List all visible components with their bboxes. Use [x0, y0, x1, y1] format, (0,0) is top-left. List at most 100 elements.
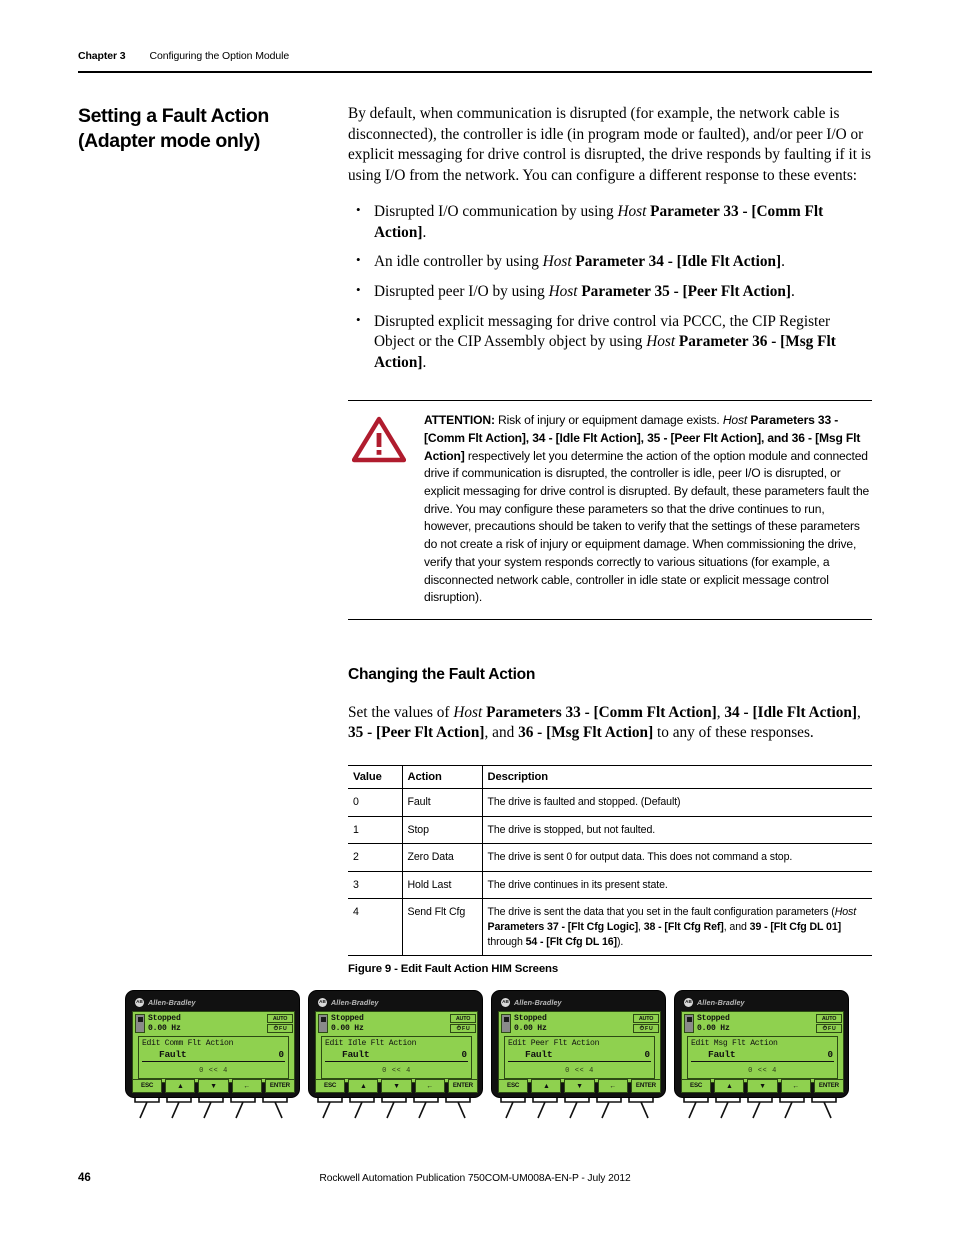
drive-icon [684, 1014, 694, 1033]
him-device-msg: AB Allen-Bradley Stopped 0.00 Hz AUTO ⏱ F… [674, 990, 849, 1120]
down-arrow-button[interactable]: ▼ [198, 1079, 229, 1093]
column-header-description: Description [482, 765, 872, 790]
badge-fault-letter: F [278, 1025, 282, 1032]
cell-description: The drive is stopped, but not faulted. [482, 816, 872, 845]
down-arrow-button[interactable]: ▼ [747, 1079, 778, 1093]
status-badge-auto: AUTO [633, 1014, 659, 1023]
param-number: 0 [644, 1049, 650, 1060]
up-arrow-button[interactable]: ▲ [714, 1079, 745, 1093]
events-bullet-list: Disrupted I/O communication by using Hos… [348, 201, 872, 373]
him-screens-figure: AB Allen-Bradley Stopped 0.00 Hz AUTO ⏱ F… [125, 990, 875, 1120]
enter-button[interactable]: ENTER [447, 1079, 479, 1093]
param-ref-38: 38 - [Flt Cfg Ref] [643, 921, 724, 934]
enter-button[interactable]: ENTER [813, 1079, 845, 1093]
table-row: 2 Zero Data The drive is sent 0 for outp… [348, 843, 872, 872]
badge-fault-suffix: U [648, 1025, 653, 1032]
cell-description: The drive is faulted and stopped. (Defau… [482, 788, 872, 817]
cell-action: Stop [402, 816, 483, 845]
lcd-status-bar: Stopped 0.00 Hz AUTO ⏱ F U [682, 1012, 843, 1034]
lcd-status-text: Stopped 0.00 Hz [514, 1013, 633, 1034]
page-title-line2: (Adapter mode only) [78, 130, 260, 153]
param-number: 0 [827, 1049, 833, 1060]
param-value: Fault [708, 1049, 736, 1060]
param-range: 0 << 4 [199, 1067, 228, 1075]
bullet-italic: Host [617, 203, 647, 221]
him-keypad: ESC ▲ ▼ ← ENTER [498, 1079, 662, 1093]
drive-state: Stopped [331, 1013, 364, 1023]
up-arrow-button[interactable]: ▲ [348, 1079, 379, 1093]
attention-body: respectively let you determine the actio… [424, 448, 870, 605]
desc-host: Host [834, 906, 857, 919]
down-arrow-button[interactable]: ▼ [564, 1079, 595, 1093]
param-title: Edit Comm Flt Action [142, 1039, 234, 1048]
him-bezel: AB Allen-Bradley Stopped 0.00 Hz AUTO ⏱ F… [491, 990, 666, 1098]
badge-fault-letter: F [644, 1025, 648, 1032]
main-content: By default, when communication is disrup… [348, 104, 872, 957]
drive-state: Stopped [697, 1013, 730, 1023]
lcd-divider [691, 1061, 834, 1062]
figure-caption: Figure 9 - Edit Fault Action HIM Screens [348, 963, 559, 975]
left-column: Setting a Fault Action (Adapter mode onl… [78, 104, 328, 155]
esc-button[interactable]: ESC [498, 1079, 529, 1093]
badge-fault-suffix: U [282, 1025, 287, 1032]
param-value-row: Fault 0 [325, 1049, 468, 1060]
attention-text: ATTENTION: Risk of injury or equipment d… [424, 412, 872, 607]
bullet-italic: Host [548, 282, 578, 300]
cell-action: Fault [402, 788, 483, 817]
param-number: 0 [461, 1049, 467, 1060]
back-arrow-button[interactable]: ← [414, 1079, 445, 1093]
bell-icon: ⏱ [456, 1025, 462, 1032]
badge-fault-suffix: U [465, 1025, 470, 1032]
esc-button[interactable]: ESC [315, 1079, 346, 1093]
bell-icon: ⏱ [639, 1025, 645, 1032]
lcd-badges: AUTO ⏱ F U [633, 1013, 659, 1034]
bullet-post: . [422, 223, 427, 241]
drive-speed: 0.00 Hz [331, 1023, 364, 1033]
drive-icon [135, 1014, 145, 1033]
badge-fault-suffix: U [831, 1025, 836, 1032]
down-arrow-button[interactable]: ▼ [381, 1079, 412, 1093]
param-ref-34: 34 - [Idle Flt Action] [724, 703, 857, 721]
column-header-value: Value [348, 765, 403, 790]
breadcrumb: Chapter 3 Configuring the Option Module [78, 50, 872, 62]
back-arrow-button[interactable]: ← [780, 1079, 811, 1093]
param-ref-39: 39 - [Flt Cfg DL 01] [749, 921, 842, 934]
subsection-intro-pre: Set the values of [348, 703, 454, 721]
lcd-status-bar: Stopped 0.00 Hz AUTO ⏱ F U [316, 1012, 477, 1034]
lcd-edit-panel: Edit Comm Flt Action Fault 0 0 << 4 [138, 1036, 289, 1079]
drive-speed: 0.00 Hz [148, 1023, 181, 1033]
attention-lead: Risk of injury or equipment damage exist… [494, 413, 723, 428]
enter-button[interactable]: ENTER [630, 1079, 662, 1093]
up-arrow-button[interactable]: ▲ [165, 1079, 196, 1093]
lcd-edit-panel: Edit Peer Flt Action Fault 0 0 << 4 [504, 1036, 655, 1079]
him-lcd-display: Stopped 0.00 Hz AUTO ⏱ F U Edit Comm Flt A… [132, 1011, 295, 1083]
esc-button[interactable]: ESC [132, 1079, 163, 1093]
enter-button[interactable]: ENTER [264, 1079, 296, 1093]
lcd-status-bar: Stopped 0.00 Hz AUTO ⏱ F U [499, 1012, 660, 1034]
param-value-row: Fault 0 [142, 1049, 285, 1060]
him-keypad: ESC ▲ ▼ ← ENTER [132, 1079, 296, 1093]
him-key-legs [134, 1098, 288, 1119]
him-lcd-display: Stopped 0.00 Hz AUTO ⏱ F U Edit Idle Flt A… [315, 1011, 478, 1083]
him-key-legs [683, 1098, 837, 1119]
drive-speed: 0.00 Hz [697, 1023, 730, 1033]
table-row: 1 Stop The drive is stopped, but not fau… [348, 816, 872, 845]
table-row: 3 Hold Last The drive continues in its p… [348, 871, 872, 900]
cell-action: Send Flt Cfg [402, 898, 483, 957]
brand-name: Allen-Bradley [331, 997, 379, 1007]
cell-action: Hold Last [402, 871, 483, 900]
back-arrow-button[interactable]: ← [597, 1079, 628, 1093]
cell-value: 3 [348, 871, 403, 900]
esc-button[interactable]: ESC [681, 1079, 712, 1093]
cell-description: The drive is sent 0 for output data. Thi… [482, 843, 872, 872]
lcd-badges: AUTO ⏱ F U [450, 1013, 476, 1034]
bullet-italic: Host [542, 253, 572, 271]
him-brand: AB Allen-Bradley [315, 996, 476, 1008]
bell-icon: ⏱ [273, 1025, 279, 1032]
param-ref-54: 54 - [Flt Cfg DL 16] [525, 935, 617, 948]
subsection-title: Changing the Fault Action [348, 665, 536, 683]
up-arrow-button[interactable]: ▲ [531, 1079, 562, 1093]
back-arrow-button[interactable]: ← [231, 1079, 262, 1093]
desc-post: ). [616, 935, 624, 948]
cell-value: 1 [348, 816, 403, 845]
